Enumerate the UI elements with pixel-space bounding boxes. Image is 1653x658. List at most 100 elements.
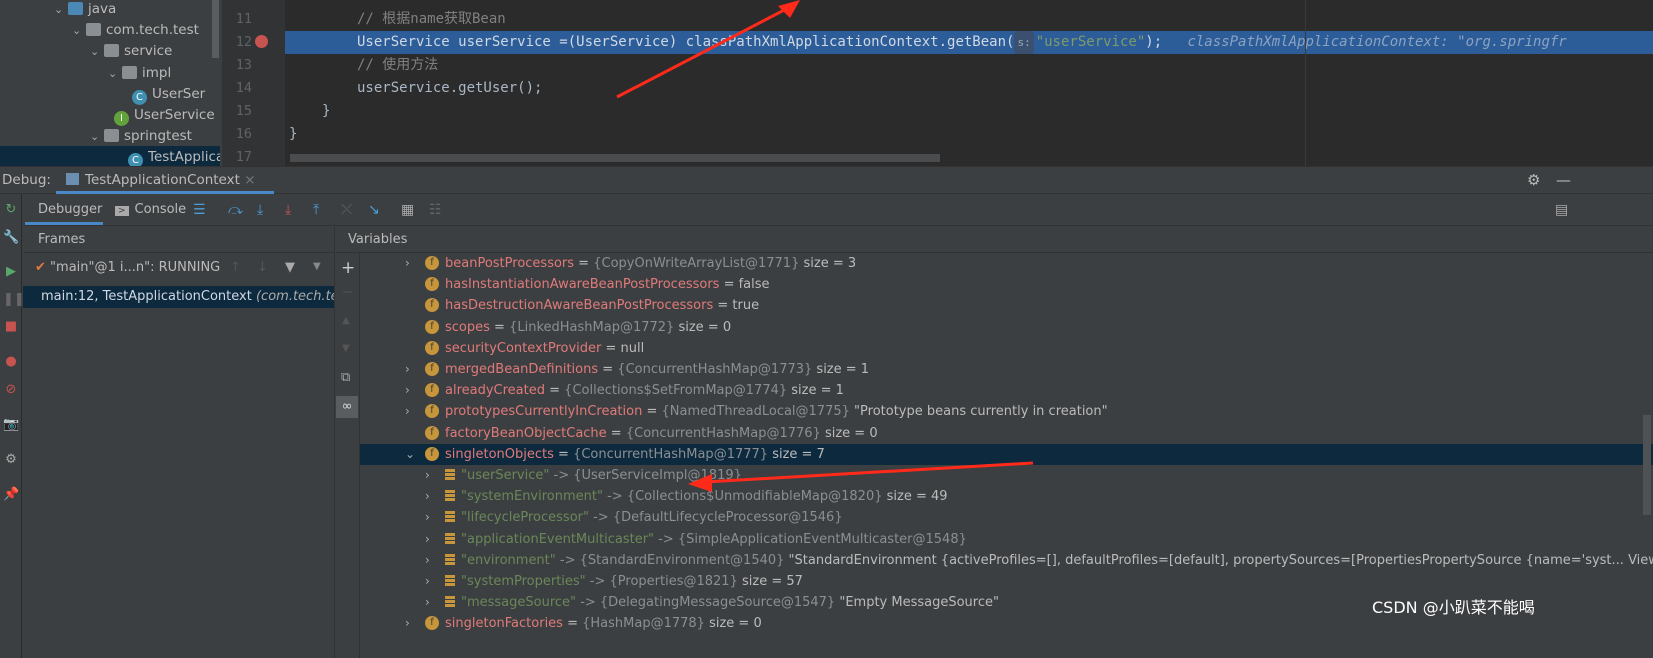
close-icon[interactable]: × <box>244 172 255 188</box>
down-arrow-icon[interactable]: ↓ <box>257 260 268 275</box>
resume-icon[interactable]: ▶ <box>3 264 19 280</box>
tree-node[interactable]: I UserService <box>114 104 215 126</box>
evaluate-expression-icon[interactable]: ▦ <box>401 200 414 220</box>
filter-icon[interactable]: ▼ <box>285 260 295 275</box>
move-down-icon[interactable]: ▼ <box>342 343 350 354</box>
gear-icon[interactable]: ⚙ <box>1527 171 1540 189</box>
variables-scrollbar[interactable] <box>1643 415 1651 515</box>
tree-node[interactable]: ⌄ com.tech.test <box>72 19 199 41</box>
variable-row[interactable]: › f prototypesCurrentlyInCreation = {Named… <box>360 401 1653 422</box>
chevron-right-icon[interactable]: › <box>405 401 410 422</box>
up-arrow-icon[interactable]: ↑ <box>230 260 241 275</box>
copy-icon[interactable]: ⧉ <box>341 370 350 385</box>
frame-label: main:12, TestApplicationContext <box>41 289 252 304</box>
chevron-down-icon[interactable]: ⌄ <box>72 20 86 42</box>
tree-node[interactable]: C UserSer <box>132 83 205 105</box>
breakpoint-icon[interactable] <box>255 35 268 48</box>
mute-breakpoints-icon[interactable]: ⊘ <box>3 382 19 398</box>
code-line-11: // 根据name获取Bean <box>357 11 506 27</box>
view-breakpoints-icon[interactable]: ● <box>3 354 19 370</box>
trace-icon[interactable]: ☷ <box>429 200 442 220</box>
chevron-right-icon[interactable]: › <box>425 571 430 592</box>
debug-session-tab[interactable]: TestApplicationContext × <box>56 167 274 194</box>
step-out-icon[interactable]: ⤒ <box>313 200 319 220</box>
variable-row[interactable]: › "lifecycleProcessor" -> {DefaultLifecyc… <box>360 507 1653 528</box>
drop-frame-icon[interactable]: ⤬ <box>341 200 352 220</box>
chevron-right-icon[interactable]: › <box>425 486 430 507</box>
step-over-icon[interactable]: ⤼ <box>228 200 243 220</box>
variable-value: "StandardEnvironment {activeProfiles=[],… <box>788 552 1653 568</box>
chevron-right-icon[interactable]: › <box>425 507 430 528</box>
variable-row[interactable]: f hasInstantiationAwareBeanPostProcessors… <box>360 274 1653 295</box>
variable-row[interactable]: › f alreadyCreated = {Collections$SetFromM… <box>360 380 1653 401</box>
chevron-down-icon[interactable]: ⌄ <box>90 41 104 63</box>
chevron-right-icon[interactable]: › <box>425 592 430 613</box>
tab-debugger[interactable]: Debugger <box>25 194 103 225</box>
run-to-cursor-icon[interactable]: ↘ <box>368 200 380 220</box>
editor-horizontal-scrollbar[interactable] <box>290 154 940 162</box>
stop-icon[interactable]: ■ <box>3 319 19 335</box>
session-tab-label: TestApplicationContext <box>85 172 240 188</box>
code-text: ); <box>1145 34 1163 50</box>
layout-icon[interactable]: ▤ <box>1555 200 1568 220</box>
variable-row[interactable]: f securityContextProvider = null <box>360 338 1653 359</box>
variable-value: "Prototype beans currently in creation" <box>854 404 1108 420</box>
variable-row[interactable]: › "environment" -> {StandardEnvironment@1… <box>360 550 1653 571</box>
variable-row[interactable]: › "systemProperties" -> {Properties@1821}… <box>360 571 1653 592</box>
tree-node[interactable]: ⌄ java <box>54 0 116 20</box>
chevron-right-icon[interactable]: › <box>405 253 410 274</box>
rerun-icon[interactable]: ↻ <box>3 202 19 218</box>
variable-row[interactable]: › f beanPostProcessors = {CopyOnWriteArray… <box>360 253 1653 274</box>
tree-node-label: springtest <box>124 128 192 145</box>
variable-type: {ConcurrentHashMap@1776} <box>625 425 821 441</box>
chevron-right-icon[interactable]: › <box>405 359 410 380</box>
step-into-icon[interactable]: ⤓ <box>257 200 263 220</box>
tree-node[interactable]: C TestApplica <box>0 146 220 166</box>
editor-gutter: 11 12 13 14 15 16 17 <box>222 0 285 166</box>
variable-row[interactable]: › "applicationEventMulticaster" -> {Simpl… <box>360 529 1653 550</box>
tab-console[interactable]: > Console <box>115 202 186 217</box>
chevron-down-icon[interactable]: ⌄ <box>405 444 415 465</box>
variable-row[interactable]: f factoryBeanObjectCache = {ConcurrentHas… <box>360 423 1653 444</box>
chevron-down-icon[interactable]: ⌄ <box>90 126 104 148</box>
glasses-icon[interactable]: ∞ <box>336 396 358 418</box>
variable-row[interactable]: › "systemEnvironment" -> {Collections$Unm… <box>360 486 1653 507</box>
camera-icon[interactable]: 📷 <box>3 417 19 433</box>
map-entry-icon <box>445 490 455 503</box>
add-watch-icon[interactable]: + <box>341 258 355 278</box>
pause-icon[interactable]: ❚❚ <box>3 292 25 308</box>
dropdown-icon[interactable]: ▼ <box>313 261 321 272</box>
remove-watch-icon[interactable]: − <box>342 285 353 300</box>
variable-row[interactable]: › "userService" -> {UserServiceImpl@1819} <box>360 465 1653 486</box>
variable-name: scopes <box>445 319 490 335</box>
tree-node[interactable]: ⌄ impl <box>108 62 171 84</box>
show-execution-point-icon[interactable]: ☰ <box>193 200 206 220</box>
move-up-icon[interactable]: ▲ <box>342 315 350 326</box>
settings-icon[interactable]: ⚙ <box>3 452 19 468</box>
tree-node[interactable]: ⌄ springtest <box>90 125 192 147</box>
pin-icon[interactable]: 📌 <box>3 487 19 503</box>
variable-row[interactable]: f scopes = {LinkedHashMap@1772} size = 0 <box>360 317 1653 338</box>
tree-node-label: TestApplica <box>148 149 220 166</box>
chevron-down-icon[interactable]: ⌄ <box>54 0 68 21</box>
chevron-right-icon[interactable]: › <box>425 529 430 550</box>
code-editor[interactable]: // 根据name获取Bean UserService userService … <box>285 0 1653 166</box>
chevron-down-icon[interactable]: ⌄ <box>108 63 122 85</box>
chevron-right-icon[interactable]: › <box>405 613 410 634</box>
tree-node[interactable]: ⌄ service <box>90 40 172 62</box>
variable-value: size = 49 <box>886 489 948 505</box>
minimize-icon[interactable]: — <box>1556 171 1571 189</box>
variable-row[interactable]: › f mergedBeanDefinitions = {ConcurrentHas… <box>360 359 1653 380</box>
variable-row[interactable]: ⌄ f singletonObjects = {ConcurrentHashMap@… <box>360 443 1653 465</box>
tree-scrollbar[interactable] <box>212 0 219 58</box>
thread-selector[interactable]: ✔ "main"@1 i...n": RUNNING <box>35 260 220 275</box>
chevron-right-icon[interactable]: › <box>425 465 430 486</box>
chevron-right-icon[interactable]: › <box>425 550 430 571</box>
force-step-into-icon[interactable]: ⤓ <box>285 200 291 220</box>
frame-item[interactable]: main:12, TestApplicationContext (com.tec… <box>23 286 334 308</box>
variable-value: size = 0 <box>678 319 732 335</box>
variable-row[interactable]: f hasDestructionAwareBeanPostProcessors =… <box>360 295 1653 316</box>
variable-name: "applicationEventMulticaster" <box>461 531 655 547</box>
wrench-icon[interactable]: 🔧 <box>3 230 19 246</box>
chevron-right-icon[interactable]: › <box>405 380 410 401</box>
